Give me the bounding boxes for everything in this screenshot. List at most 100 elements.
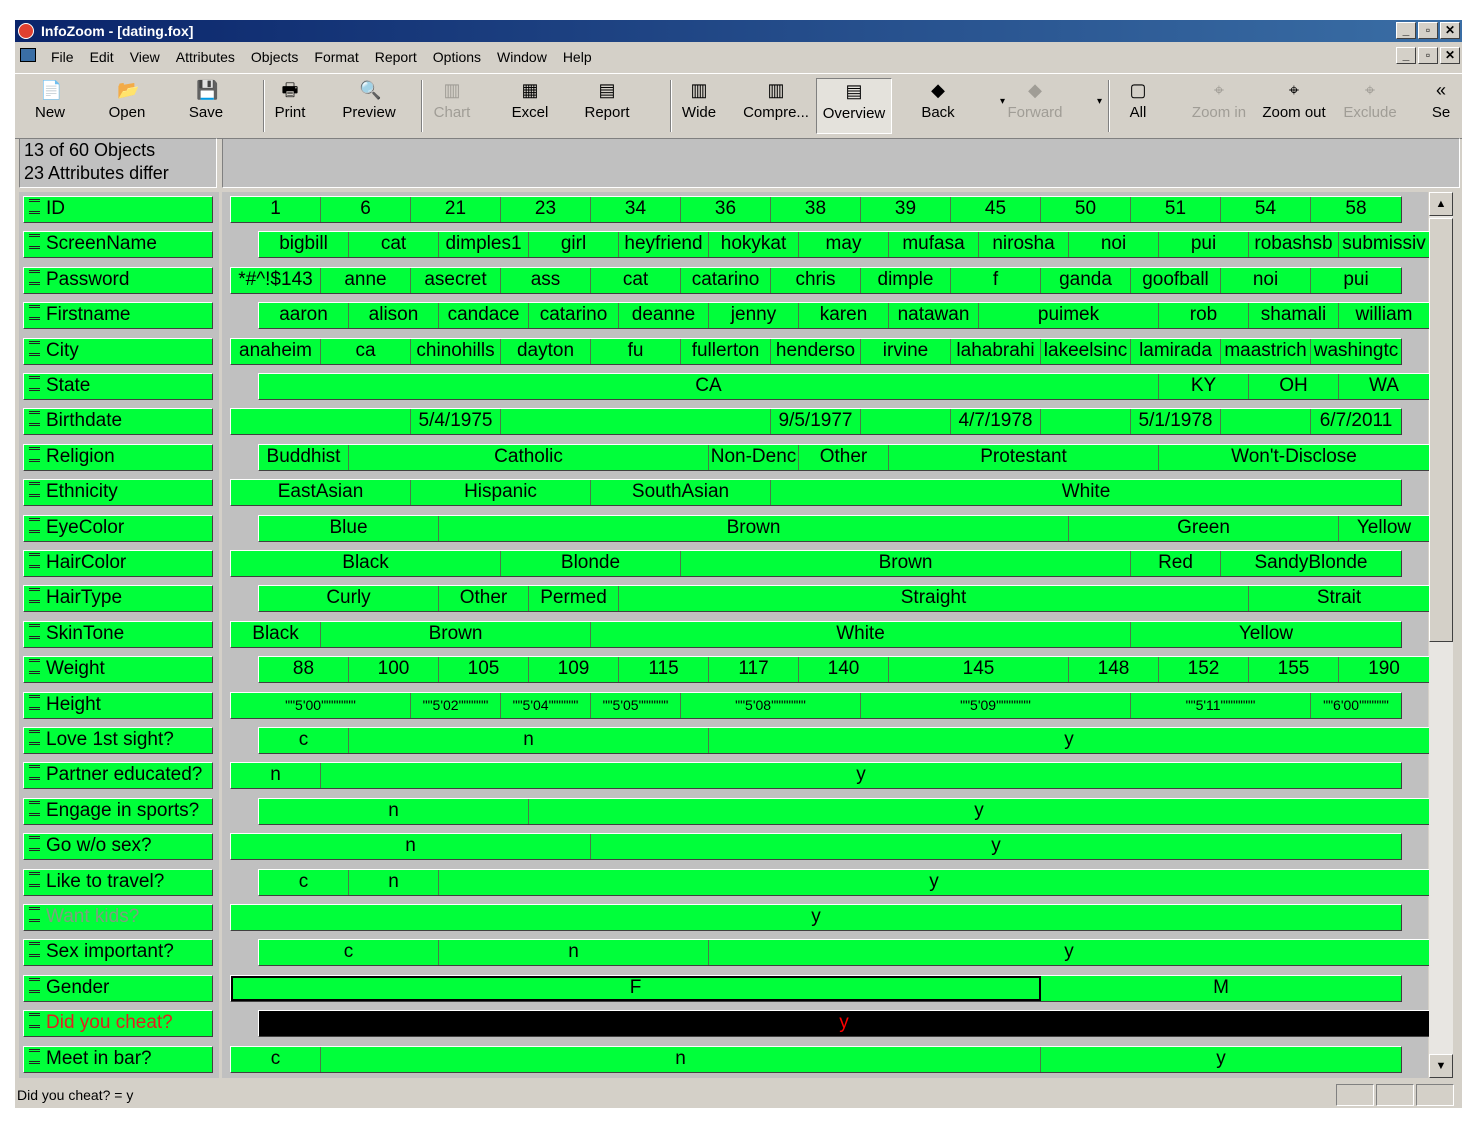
value-cell[interactable]: 6/7/2011 [1311, 409, 1401, 434]
attribute-sort-icon[interactable] [29, 907, 40, 923]
attribute-sort-icon[interactable] [29, 695, 40, 711]
value-cell[interactable]: n [439, 940, 709, 965]
back-button[interactable]: ◆ Back [908, 78, 968, 134]
attribute-sort-icon[interactable] [29, 482, 40, 498]
value-cell[interactable]: Other [439, 586, 529, 611]
value-cell[interactable]: pui [1311, 268, 1401, 293]
value-cell[interactable]: 50 [1041, 197, 1131, 222]
value-cell[interactable]: y [709, 940, 1429, 965]
value-cell[interactable]: 148 [1069, 657, 1159, 682]
value-cell[interactable]: asecret [411, 268, 501, 293]
value-cell[interactable]: y [321, 763, 1401, 788]
menu-edit[interactable]: Edit [90, 49, 114, 65]
value-cell[interactable]: chris [771, 268, 861, 293]
value-cell[interactable]: y [439, 870, 1429, 895]
value-cell[interactable]: CA [259, 374, 1159, 399]
value-cell[interactable]: heyfriend [619, 232, 709, 257]
value-cell[interactable]: bigbill [259, 232, 349, 257]
value-cell[interactable]: henderso [771, 339, 861, 364]
zoom-in-button[interactable]: ⌖ Zoom in [1184, 78, 1254, 134]
value-cell[interactable]: Yellow [1339, 516, 1429, 541]
value-cell[interactable]: karen [799, 303, 889, 328]
attribute-sort-icon[interactable] [29, 341, 40, 357]
save-button[interactable]: 💾 Save [176, 78, 236, 134]
value-cell[interactable]: puimek [979, 303, 1159, 328]
all-button[interactable]: ▢ All [1108, 78, 1168, 134]
value-cell[interactable]: nirosha [979, 232, 1069, 257]
value-cell[interactable]: Red [1131, 551, 1221, 576]
value-cell[interactable]: 6 [321, 197, 411, 222]
value-cell[interactable]: may [799, 232, 889, 257]
value-cell[interactable]: Curly [259, 586, 439, 611]
value-cell[interactable]: catarino [529, 303, 619, 328]
new-button[interactable]: 📄 New [20, 78, 80, 134]
value-cell[interactable]: Black [231, 551, 501, 576]
value-cell[interactable]: Strait [1249, 586, 1429, 611]
value-cell[interactable]: 51 [1131, 197, 1221, 222]
value-cell[interactable]: WA [1339, 374, 1429, 399]
doc-restore-button[interactable]: ▫ [1418, 47, 1438, 64]
value-cell[interactable]: SouthAsian [591, 480, 771, 505]
attribute-city[interactable]: City [23, 338, 213, 365]
infozoom-app-icon[interactable] [18, 23, 34, 39]
menu-file[interactable]: File [51, 49, 74, 65]
value-cell[interactable]: *#^!$143 [231, 268, 321, 293]
value-cell[interactable]: SandyBlonde [1221, 551, 1401, 576]
value-cell[interactable]: cat [591, 268, 681, 293]
value-cell[interactable]: n [259, 799, 529, 824]
attribute-sort-icon[interactable] [29, 872, 40, 888]
value-cell[interactable]: White [591, 622, 1131, 647]
value-cell[interactable]: Catholic [349, 445, 709, 470]
attribute-partner-educated[interactable]: Partner educated? [23, 762, 213, 789]
attribute-meet-in-bar[interactable]: Meet in bar? [23, 1046, 213, 1073]
value-cell[interactable]: 5/1/1978 [1131, 409, 1221, 434]
compress-button[interactable]: ▥ Compre... [741, 78, 811, 134]
value-cell[interactable]: Straight [619, 586, 1249, 611]
attribute-firstname[interactable]: Firstname [23, 302, 213, 329]
value-cell[interactable]: chinohills [411, 339, 501, 364]
value-cell[interactable]: dimple [861, 268, 951, 293]
attribute-did-you-cheat[interactable]: Did you cheat? [23, 1010, 213, 1037]
value-cell[interactable]: washingtc [1311, 339, 1401, 364]
attribute-sort-icon[interactable] [29, 518, 40, 534]
attribute-sort-icon[interactable] [29, 624, 40, 640]
value-cell[interactable]: catarino [681, 268, 771, 293]
value-cell[interactable]: noi [1069, 232, 1159, 257]
value-cell[interactable]: 109 [529, 657, 619, 682]
attribute-skintone[interactable]: SkinTone [23, 621, 213, 648]
attribute-sort-icon[interactable] [29, 765, 40, 781]
value-cell[interactable]: anaheim [231, 339, 321, 364]
doc-minimize-button[interactable]: _ [1396, 47, 1416, 64]
value-cell[interactable] [501, 409, 771, 434]
attribute-sort-icon[interactable] [29, 1049, 40, 1065]
attribute-id[interactable]: ID [23, 196, 213, 223]
attribute-sort-icon[interactable] [29, 730, 40, 746]
attribute-sex-important[interactable]: Sex important? [23, 939, 213, 966]
value-cell[interactable]: 88 [259, 657, 349, 682]
value-cell[interactable]: y [591, 834, 1401, 859]
value-cell[interactable]: ""6'00"""""" [1311, 693, 1401, 718]
menu-attributes[interactable]: Attributes [176, 49, 235, 65]
value-cell[interactable]: ""5'11""""""" [1131, 693, 1311, 718]
attribute-sort-icon[interactable] [29, 659, 40, 675]
value-cell[interactable]: y [1041, 1047, 1401, 1072]
attribute-sort-icon[interactable] [29, 801, 40, 817]
value-cell[interactable]: OH [1249, 374, 1339, 399]
value-cell[interactable]: 155 [1249, 657, 1339, 682]
value-cell[interactable]: Permed [529, 586, 619, 611]
value-cell[interactable]: F [231, 976, 1041, 1001]
attribute-screenname[interactable]: ScreenName [23, 231, 213, 258]
menu-view[interactable]: View [130, 49, 160, 65]
value-cell[interactable]: Buddhist [259, 445, 349, 470]
open-button[interactable]: 📂 Open [97, 78, 157, 134]
value-cell[interactable]: n [349, 728, 709, 753]
value-cell[interactable]: irvine [861, 339, 951, 364]
value-cell[interactable]: Blue [259, 516, 439, 541]
value-cell[interactable]: hokykat [709, 232, 799, 257]
value-cell[interactable]: 4/7/1978 [951, 409, 1041, 434]
attribute-like-to-travel[interactable]: Like to travel? [23, 869, 213, 896]
attribute-hairtype[interactable]: HairType [23, 585, 213, 612]
overview-button[interactable]: ▤ Overview [816, 78, 892, 134]
attribute-sort-icon[interactable] [29, 411, 40, 427]
value-cell[interactable]: 9/5/1977 [771, 409, 861, 434]
